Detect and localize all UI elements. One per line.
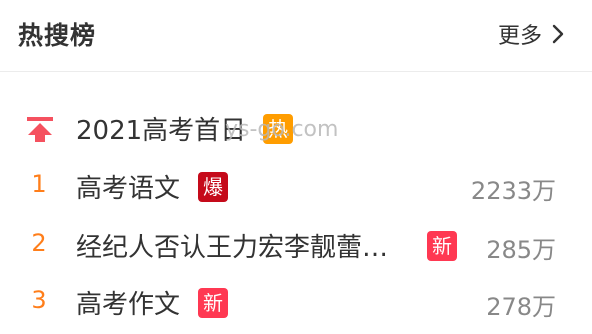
heat-count: 285万 [486, 236, 556, 264]
pin-top-icon [27, 117, 53, 142]
boom-badge: 爆 [198, 172, 228, 202]
rank-number: 2 [31, 229, 47, 257]
topic-title: 高考作文 [76, 290, 181, 320]
list-item[interactable]: 1 高考语文 爆 2233万 [0, 162, 592, 214]
heat-count: 2233万 [470, 177, 556, 205]
chevron-right-icon [552, 24, 564, 44]
rank-number: 3 [31, 286, 47, 314]
section-title: 热搜榜 [18, 21, 97, 50]
watermark: ys-go.com [225, 117, 339, 142]
list-item[interactable]: 2 经纪人否认王力宏李靓蕾… 新 285万 [0, 221, 592, 273]
hot-search-header: 热搜榜 更多 [0, 0, 592, 72]
pinned-topic-title: 2021高考首日 [76, 116, 247, 146]
topic-title: 高考语文 [76, 174, 181, 204]
heat-count: 278万 [486, 293, 556, 321]
rank-number: 1 [31, 170, 47, 198]
more-button[interactable]: 更多 [498, 18, 564, 50]
topic-title: 经纪人否认王力宏李靓蕾… [76, 233, 389, 263]
list-item[interactable]: 3 高考作文 新 278万 [0, 278, 592, 330]
more-label: 更多 [497, 24, 542, 49]
new-badge: 新 [427, 231, 457, 261]
new-badge: 新 [198, 288, 228, 318]
